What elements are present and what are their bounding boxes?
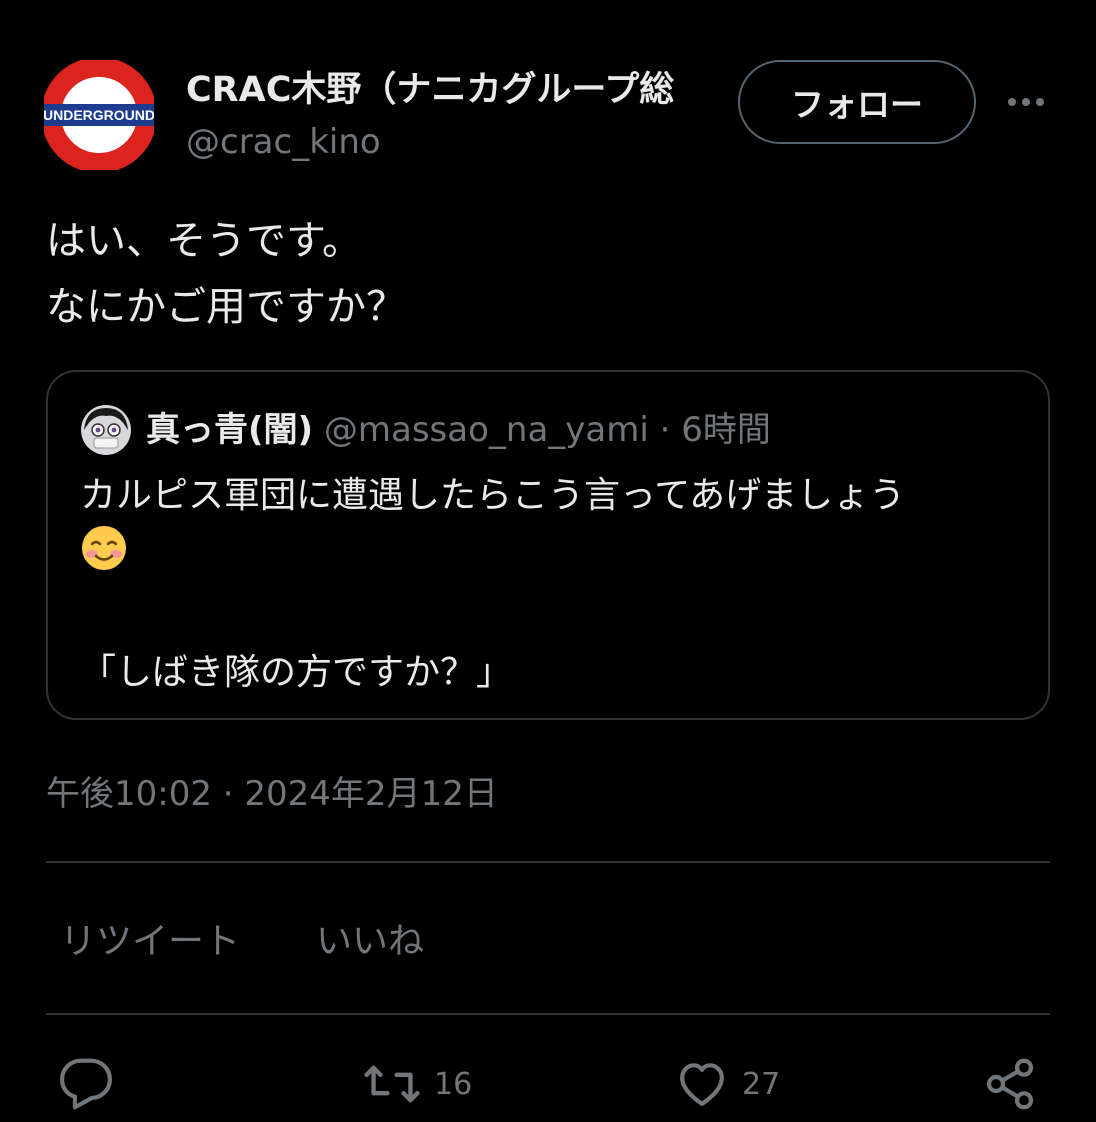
separator-dot: · — [659, 410, 671, 450]
quoted-line-blank — [80, 589, 1030, 645]
quoted-author-name: 真っ青(闇) — [146, 410, 314, 450]
quoted-line-emoji — [80, 524, 1030, 589]
tweet-line: なにかご用ですか？ — [46, 284, 406, 330]
reply-icon — [59, 1058, 113, 1110]
divider — [46, 1013, 1050, 1015]
divider — [46, 861, 1050, 863]
underground-logo-icon: UNDERGROUND — [41, 57, 157, 173]
quoted-tweet-time: 6時間 — [681, 410, 771, 450]
quoted-line: カルピス軍団に遭遇したらこう言ってあげましょう — [80, 475, 906, 516]
tweet-timestamp[interactable]: 午後10:02 · 2024年2月12日 — [46, 770, 498, 818]
tweet-text: はい、そうです。 なにかご用ですか？ — [46, 208, 1046, 340]
svg-text:UNDERGROUND: UNDERGROUND — [44, 107, 154, 123]
reply-button[interactable] — [58, 1052, 114, 1116]
heart-icon — [680, 1063, 724, 1106]
like-count: 27 — [742, 1066, 781, 1102]
quoted-author-handle: @massao_na_yami — [323, 410, 649, 450]
quoted-tweet-header: 真っ青(闇) @massao_na_yami · 6時間 — [146, 404, 771, 456]
author-handle[interactable]: @crac_kino — [186, 118, 381, 166]
more-options-icon[interactable] — [998, 82, 1054, 122]
author-display-name[interactable]: CRAC木野（ナニカグループ総 — [186, 64, 716, 116]
share-button[interactable] — [982, 1052, 1038, 1116]
retweet-icon — [364, 1065, 420, 1103]
likes-stat-link[interactable]: いいね — [316, 918, 424, 966]
author-avatar[interactable]: UNDERGROUND — [41, 57, 157, 173]
quoted-line: 「しばき隊の方ですか？」 — [80, 652, 513, 693]
retweet-count: 16 — [434, 1066, 473, 1102]
like-button[interactable]: 27 — [674, 1052, 780, 1116]
follow-button[interactable]: フォロー — [738, 60, 976, 144]
quoted-author-avatar — [80, 404, 132, 456]
tweet-line: はい、そうです。 — [46, 218, 362, 264]
smiling-face-emoji-icon — [80, 524, 128, 589]
share-icon — [986, 1058, 1034, 1110]
retweets-stat-link[interactable]: リツイート — [60, 918, 240, 966]
quoted-tweet-text: カルピス軍団に遭遇したらこう言ってあげましょう 「しばき隊の方ですか？」 — [80, 468, 1030, 701]
retweet-button[interactable]: 16 — [362, 1052, 472, 1116]
